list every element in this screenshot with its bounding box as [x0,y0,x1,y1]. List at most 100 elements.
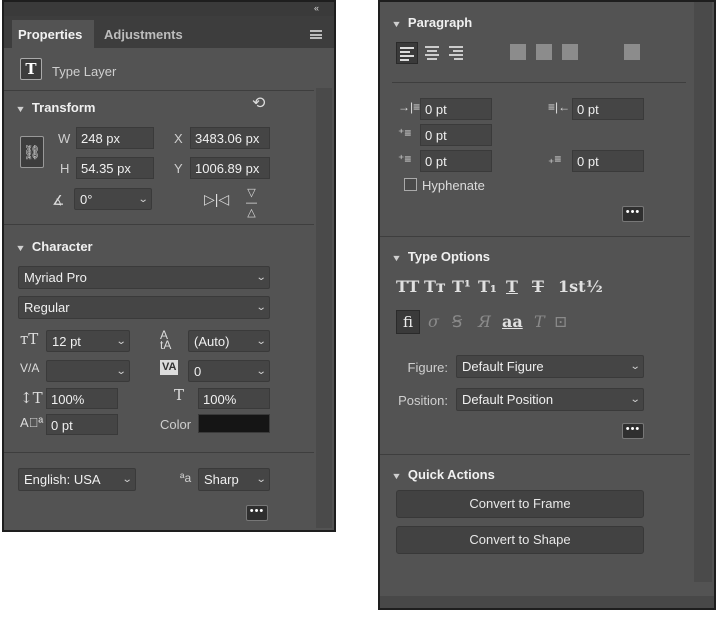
width-field[interactable]: 248 px [76,127,154,149]
hyphenate-checkbox[interactable] [404,178,417,191]
link-icon[interactable]: ⛓ [20,136,44,168]
quick-actions-section-header[interactable]: ▼ Quick Actions [391,467,495,482]
ligatures-button[interactable]: fi [396,310,420,334]
kerning-icon: V/A [20,361,40,375]
space-after-field[interactable]: 0 pt [572,150,644,172]
chevron-down-icon: ⌄ [255,336,267,347]
x-label: X [174,131,183,146]
antialias-icon: ªa [180,471,192,485]
tracking-icon: VA [160,360,179,375]
tracking-select[interactable]: 0 ⌄ [188,360,270,382]
subscript-button[interactable]: T₁ [478,279,497,295]
x-field[interactable]: 3483.06 px [190,127,270,149]
position-select[interactable]: Default Position ⌄ [456,388,644,411]
angle-icon: ∡ [52,192,65,208]
indent-right-field[interactable]: 0 pt [572,98,644,120]
fractions-button[interactable]: ½ [586,279,603,295]
w-label: W [58,131,71,146]
chevron-down-icon: ▼ [15,104,26,114]
tab-properties[interactable]: Properties [12,20,94,48]
baseline-shift-field[interactable]: 0 pt [46,414,118,435]
paragraph-section-header[interactable]: ▼ Paragraph [391,15,473,30]
character-section-header[interactable]: ▼ Character [15,239,93,254]
titling-alternates-button[interactable]: aa [502,314,523,330]
panel-menu-icon[interactable] [310,30,322,39]
horizontal-scale-icon: T [174,386,185,404]
justify-last-center-button[interactable] [536,44,552,60]
chevron-down-icon: ▼ [391,471,402,481]
figure-select[interactable]: Default Figure ⌄ [456,355,644,378]
chevron-down-icon: ⌄ [137,194,149,205]
paragraph-title: Paragraph [407,15,473,30]
discretionary-ligatures-button[interactable]: ⊡ [554,314,567,330]
tab-adjustments[interactable]: Adjustments [104,28,183,41]
type-layer-icon: T [20,58,42,80]
reset-icon[interactable]: ⟲ [252,96,265,112]
flip-horizontal-icon[interactable]: ▷|◁ [204,192,229,206]
indent-right-icon: ≡|← [548,100,571,114]
language-select[interactable]: English: USA ⌄ [18,468,136,491]
y-field[interactable]: 1006.89 px [190,157,270,179]
align-center-button[interactable] [422,42,442,64]
flip-vertical-icon[interactable]: ▽ — △ [246,188,257,219]
space-before-icon: ⁺≡ [398,152,412,166]
convert-to-shape-button[interactable]: Convert to Shape [396,526,644,554]
justify-all-button[interactable] [624,44,640,60]
quick-actions-title: Quick Actions [407,467,495,482]
chevron-down-icon: ▼ [391,19,402,29]
transform-section-header[interactable]: ▼ Transform [15,100,95,115]
type-options-section-header[interactable]: ▼ Type Options [391,249,491,264]
antialias-value: Sharp [204,472,239,487]
convert-to-frame-button[interactable]: Convert to Frame [396,490,644,518]
chevron-down-icon: ⌄ [255,272,267,283]
superscript-button[interactable]: T¹ [452,279,471,295]
paragraph-more-button[interactable]: ••• [622,206,644,222]
more-options-button[interactable]: ••• [246,505,268,521]
horizontal-scale-field[interactable]: 100% [198,388,270,409]
justify-last-right-button[interactable] [562,44,578,60]
ordinals-button[interactable]: 1st [558,279,586,295]
angle-select[interactable]: 0° ⌄ [74,188,152,210]
font-size-value: 12 pt [52,334,81,349]
collapse-icon[interactable]: « [314,4,319,13]
character-title: Character [31,239,93,254]
vertical-scale-field[interactable]: 100% [46,388,118,409]
all-caps-button[interactable]: TT [396,279,419,295]
color-swatch[interactable] [198,414,270,433]
swash-button[interactable]: Ꞩ [452,314,462,330]
indent-left-field[interactable]: 0 pt [420,98,492,120]
h-label: H [60,161,70,176]
font-size-select[interactable]: 12 pt ⌄ [46,330,130,352]
indent-left-icon: →|≡ [398,100,421,114]
antialias-select[interactable]: Sharp ⌄ [198,468,270,491]
align-left-button[interactable] [396,42,418,64]
divider [380,454,690,455]
align-right-button[interactable] [446,42,466,64]
chevron-down-icon: ⌄ [255,302,267,313]
scrollbar[interactable] [316,88,332,528]
space-before-field[interactable]: 0 pt [420,150,492,172]
small-caps-button[interactable]: Tт [424,279,446,295]
properties-panel-continued: ▼ Paragraph →|≡ 0 pt ≡|← 0 pt ⁺≡ 0 pt ⁺≡ … [378,0,716,610]
old-style-button[interactable]: σ [428,314,439,330]
height-field[interactable]: 54.35 px [76,157,154,179]
leading-select[interactable]: (Auto) ⌄ [188,330,270,352]
kerning-select[interactable]: ⌄ [46,360,130,382]
font-style-select[interactable]: Regular ⌄ [18,296,270,319]
type-options-more-button[interactable]: ••• [622,423,644,439]
chevron-down-icon: ▼ [391,253,402,263]
underline-button[interactable]: T [506,279,518,295]
leading-icon: AtA [160,328,172,352]
strikethrough-button[interactable]: T [532,279,544,295]
ordinals-alt-button[interactable]: T [534,314,545,330]
chevron-down-icon: ⌄ [255,366,267,377]
chevron-down-icon: ▼ [15,243,26,253]
scrollbar[interactable] [694,2,712,582]
type-options-title: Type Options [407,249,491,264]
font-family-select[interactable]: Myriad Pro ⌄ [18,266,270,289]
space-after-icon: ₊≡ [548,152,562,166]
stylistic-alternates-button[interactable]: Я [478,314,491,330]
tab-properties-label: Properties [18,27,83,42]
indent-first-line-field[interactable]: 0 pt [420,124,492,146]
justify-last-left-button[interactable] [510,44,526,60]
